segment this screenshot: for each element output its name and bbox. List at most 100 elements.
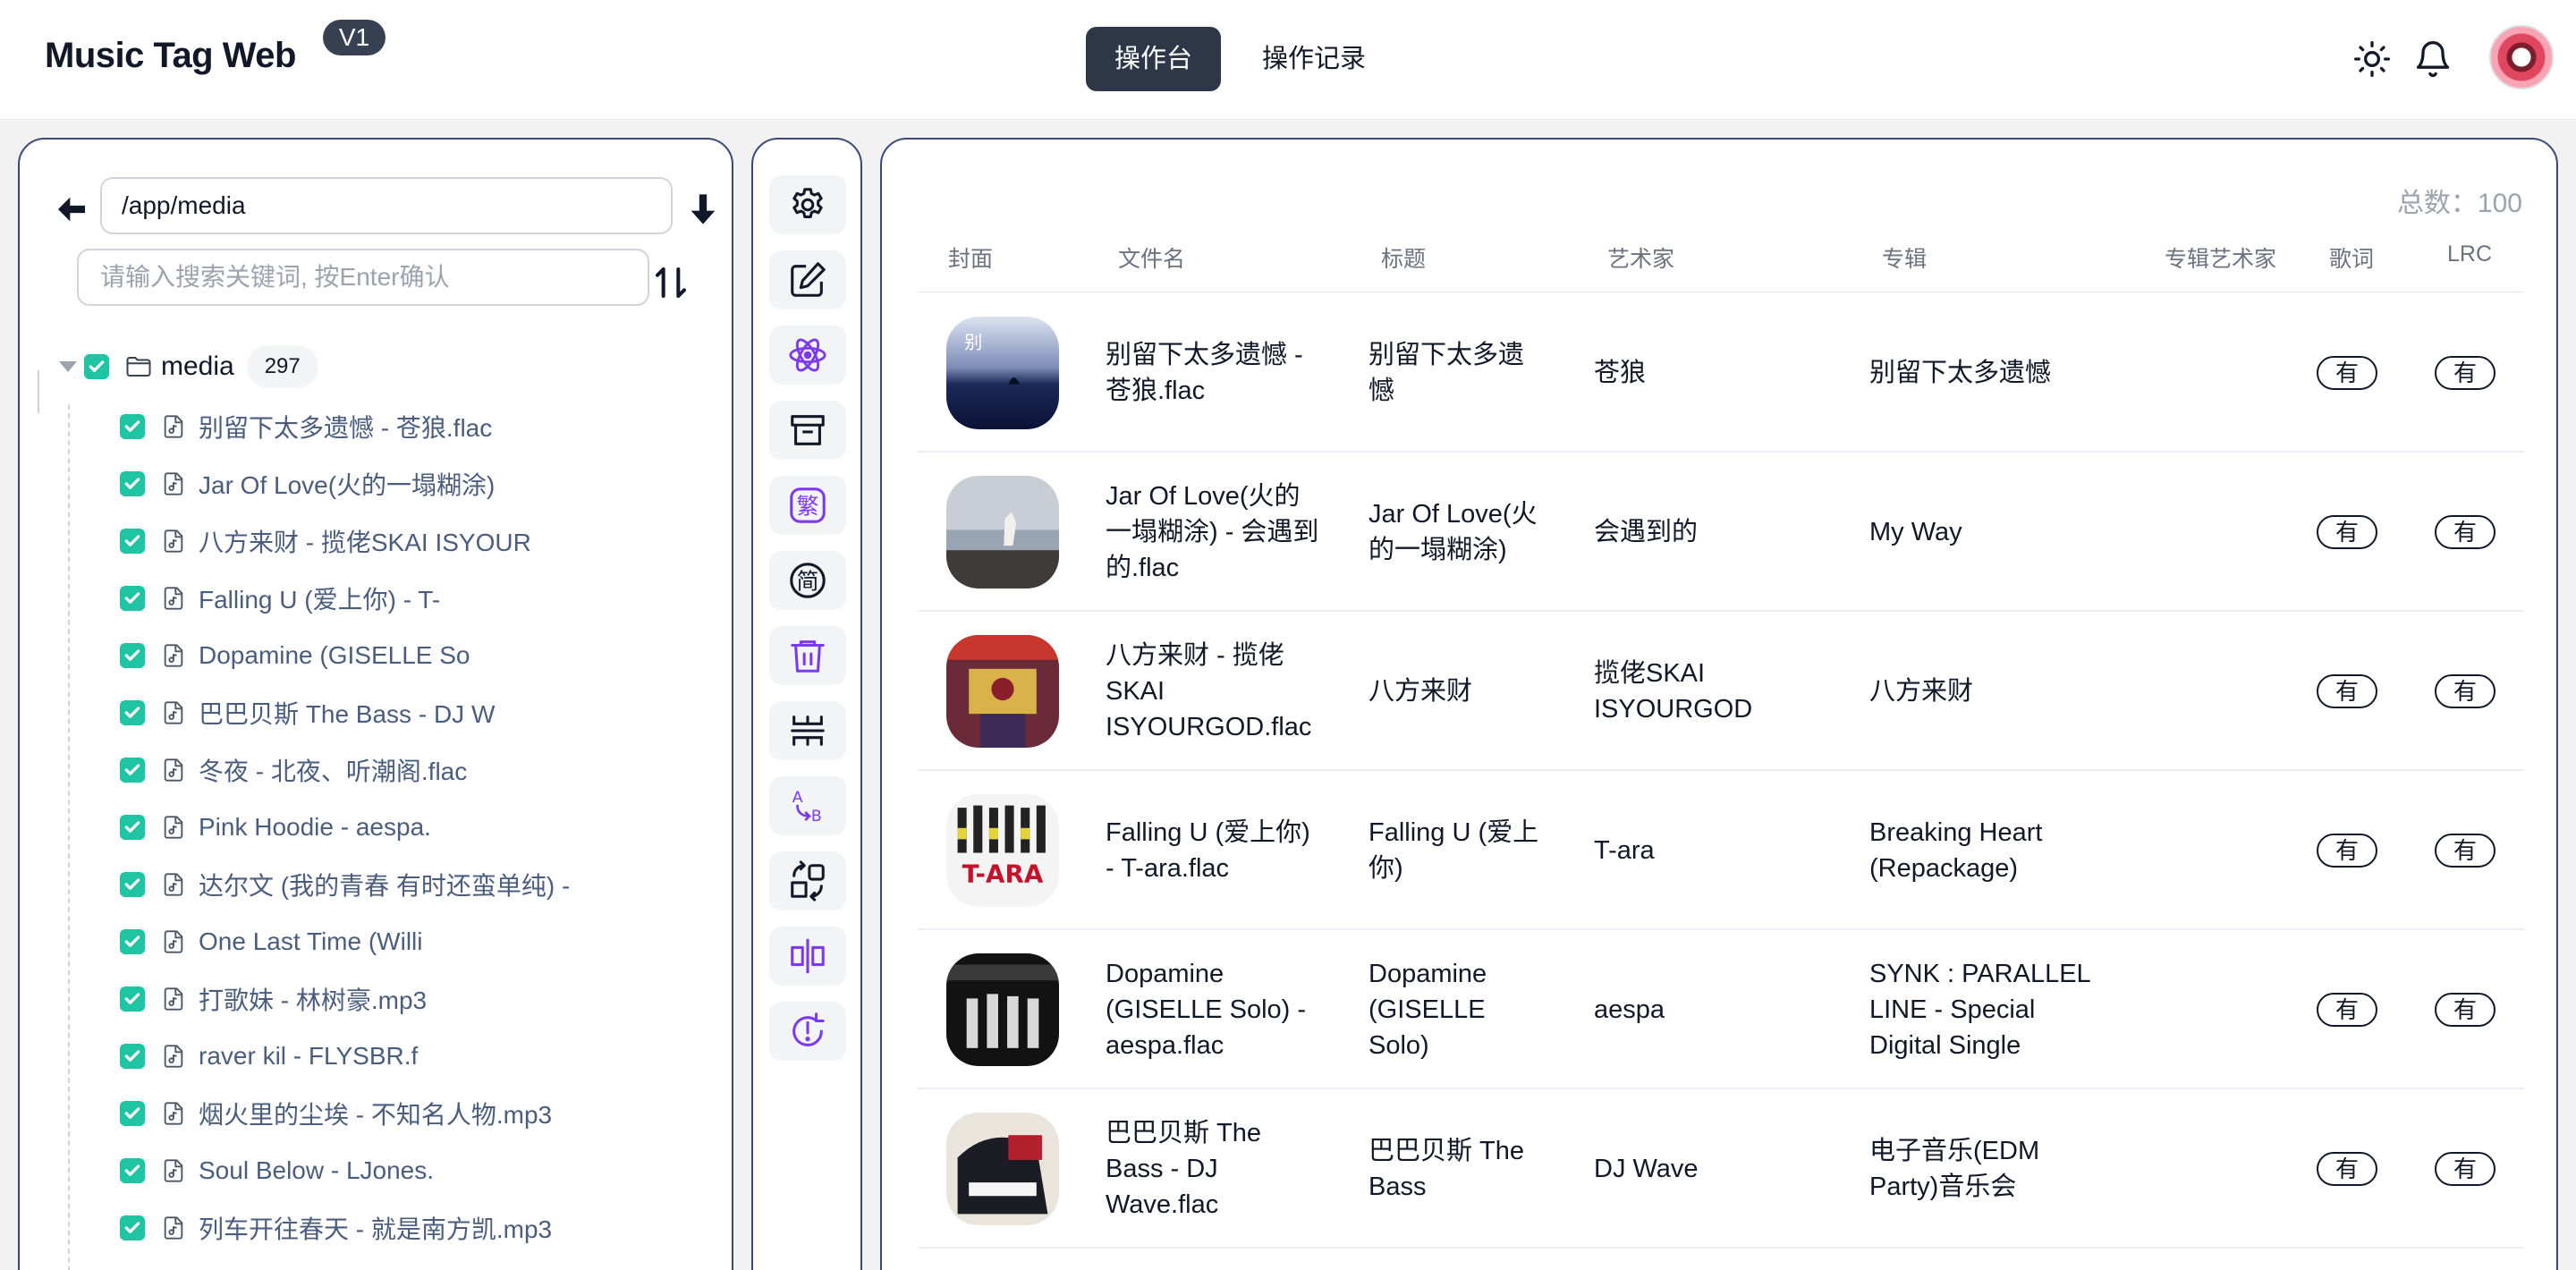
- edit-tool[interactable]: [769, 250, 846, 309]
- album-artist-cell: [2152, 771, 2295, 930]
- file-tree-item[interactable]: 列车开往春天 - 就是南方凯.mp3: [120, 1206, 552, 1250]
- col-album-artist[interactable]: 专辑艺术家: [2165, 241, 2276, 274]
- lrc-badge[interactable]: 有: [2435, 356, 2496, 390]
- file-tree-item[interactable]: Falling U (爱上你) - T-: [120, 576, 440, 621]
- lyrics-badge[interactable]: 有: [2317, 674, 2377, 708]
- file-checkbox[interactable]: [120, 1101, 145, 1126]
- separator-tool[interactable]: [769, 701, 846, 760]
- refresh-tool[interactable]: [769, 1002, 846, 1061]
- lyrics-badge[interactable]: 有: [2317, 993, 2377, 1027]
- path-input[interactable]: [100, 177, 673, 234]
- lrc-badge[interactable]: 有: [2435, 993, 2496, 1027]
- archive-tool[interactable]: [769, 401, 846, 460]
- table-row[interactable]: 八方来财 - 揽佬SKAI ISYOURGOD.flac 八方来财 揽佬SKAI I…: [918, 612, 2524, 771]
- file-tree-item[interactable]: 达尔文 (我的青春 有时还蛮单纯) -: [120, 862, 570, 907]
- file-tree-item[interactable]: Jar Of Love(火的一塌糊涂): [120, 461, 495, 506]
- lrc-badge[interactable]: 有: [2435, 1152, 2496, 1186]
- album-cell: 电子音乐(EDM Party)音乐会: [1869, 1089, 2111, 1249]
- lyrics-badge[interactable]: 有: [2317, 1152, 2377, 1186]
- simplified-tool[interactable]: 简: [769, 551, 846, 610]
- file-checkbox[interactable]: [120, 1044, 145, 1069]
- artist-cell: aespa: [1594, 930, 1809, 1089]
- file-checkbox[interactable]: [120, 700, 145, 725]
- table-row[interactable]: 别 别留下太多遗憾 - 苍狼.flac 别留下太多遗憾 苍狼 别留下太多遗憾 有 有: [918, 293, 2524, 453]
- file-tree-item[interactable]: Dopamine (GISELLE So: [120, 633, 470, 678]
- lyrics-badge[interactable]: 有: [2317, 356, 2377, 390]
- col-album[interactable]: 专辑: [1882, 241, 1927, 274]
- table-row[interactable]: T-ARA Falling U (爱上你) - T-ara.flac Falling…: [918, 771, 2524, 930]
- tree-root-media[interactable]: media 297: [59, 343, 318, 390]
- svg-text:A: A: [792, 789, 803, 807]
- file-checkbox[interactable]: [120, 872, 145, 897]
- lrc-badge[interactable]: 有: [2435, 674, 2496, 708]
- filename-text: 八方来财 - 揽佬SKAI ISYOURGOD.flac: [1106, 641, 1312, 741]
- file-checkbox[interactable]: [120, 1158, 145, 1183]
- title-text: 八方来财: [1368, 677, 1473, 706]
- tab-history[interactable]: 操作记录: [1233, 27, 1394, 91]
- delete-tool[interactable]: [769, 626, 846, 685]
- table-row[interactable]: Dopamine (GISELLE Solo) - aespa.flac Dopa…: [918, 930, 2524, 1089]
- file-checkbox[interactable]: [120, 929, 145, 954]
- file-name: 列车开往春天 - 就是南方凯.mp3: [199, 1215, 553, 1243]
- file-tree-item[interactable]: 巴巴贝斯 The Bass - DJ W: [120, 690, 495, 735]
- file-tree-item[interactable]: Pink Hoodie - aespa.: [120, 805, 431, 850]
- file-tree-item[interactable]: Soul Below - LJones.: [120, 1148, 434, 1193]
- file-tree-item[interactable]: One Last Time (Willi: [120, 919, 423, 964]
- file-tree-item[interactable]: raver kil - FLYSBR.f: [120, 1034, 418, 1079]
- file-name: 巴巴贝斯 The Bass - DJ W: [199, 700, 496, 728]
- col-title[interactable]: 标题: [1381, 241, 1426, 274]
- lrc-badge[interactable]: 有: [2435, 515, 2496, 549]
- file-name: 冬夜 - 北夜、听潮阁.flac: [199, 758, 468, 785]
- settings-tool[interactable]: [769, 175, 846, 234]
- col-filename[interactable]: 文件名: [1118, 241, 1185, 274]
- file-checkbox[interactable]: [120, 471, 145, 496]
- table-row[interactable]: Jar Of Love(火的一塌糊涂) - 会遇到的.flac Jar Of Lo…: [918, 453, 2524, 612]
- file-checkbox[interactable]: [120, 529, 145, 554]
- file-checkbox[interactable]: [120, 1215, 145, 1240]
- lrc-badge[interactable]: 有: [2435, 834, 2496, 868]
- album-artist-cell: [2152, 612, 2295, 771]
- col-lyrics[interactable]: 歌词: [2329, 241, 2374, 274]
- album-text: Breaking Heart (Repackage): [1869, 818, 2043, 883]
- atom-tool[interactable]: [769, 326, 846, 385]
- sun-icon[interactable]: [2352, 39, 2392, 79]
- split-tool[interactable]: [769, 927, 846, 986]
- bell-icon[interactable]: [2413, 39, 2453, 79]
- col-cover[interactable]: 封面: [948, 241, 993, 274]
- file-tree-item[interactable]: 冬夜 - 北夜、听潮阁.flac: [120, 748, 467, 792]
- trash-icon: [787, 635, 828, 676]
- title-text: Dopamine (GISELLE Solo): [1368, 960, 1487, 1060]
- root-checkbox[interactable]: [84, 354, 109, 379]
- caret-down-icon[interactable]: [59, 361, 77, 372]
- file-checkbox[interactable]: [120, 986, 145, 1012]
- file-tree-item[interactable]: 八方来财 - 揽佬SKAI ISYOUR: [120, 519, 531, 563]
- search-input[interactable]: [77, 249, 649, 306]
- col-lrc[interactable]: LRC: [2447, 241, 2492, 267]
- sort-icon[interactable]: [653, 263, 689, 302]
- table-row[interactable]: 巴巴贝斯 The Bass - DJ Wave.flac 巴巴贝斯 The Bas…: [918, 1089, 2524, 1249]
- file-checkbox[interactable]: [120, 643, 145, 668]
- archive-icon: [787, 410, 828, 451]
- convert-tool[interactable]: [769, 851, 846, 910]
- file-checkbox[interactable]: [120, 815, 145, 840]
- file-checkbox[interactable]: [120, 586, 145, 611]
- album-text: SYNK : PARALLEL LINE - Special Digital S…: [1869, 960, 2090, 1060]
- file-checkbox[interactable]: [120, 758, 145, 783]
- file-checkbox[interactable]: [120, 414, 145, 439]
- lyrics-badge[interactable]: 有: [2317, 834, 2377, 868]
- rename-tool[interactable]: AB: [769, 776, 846, 835]
- file-name: Jar Of Love(火的一塌糊涂): [199, 471, 496, 499]
- file-tree-item[interactable]: 别留下太多遗憾 - 苍狼.flac: [120, 404, 492, 449]
- audio-file-icon: [161, 470, 186, 497]
- lyrics-badge[interactable]: 有: [2317, 515, 2377, 549]
- file-tree-item[interactable]: 打歌妹 - 林树豪.mp3: [120, 977, 427, 1021]
- down-arrow-icon[interactable]: [685, 190, 721, 229]
- file-name: raver kil - FLYSBR.f: [199, 1042, 419, 1070]
- file-tree-item[interactable]: 烟火里的尘埃 - 不知名人物.mp3: [120, 1091, 552, 1136]
- avatar[interactable]: [2489, 25, 2554, 89]
- back-arrow-icon[interactable]: [54, 191, 89, 227]
- audio-file-icon: [161, 1043, 186, 1070]
- col-artist[interactable]: 艺术家: [1607, 241, 1674, 274]
- traditional-tool[interactable]: 繁: [769, 476, 846, 535]
- tab-console[interactable]: 操作台: [1086, 27, 1222, 91]
